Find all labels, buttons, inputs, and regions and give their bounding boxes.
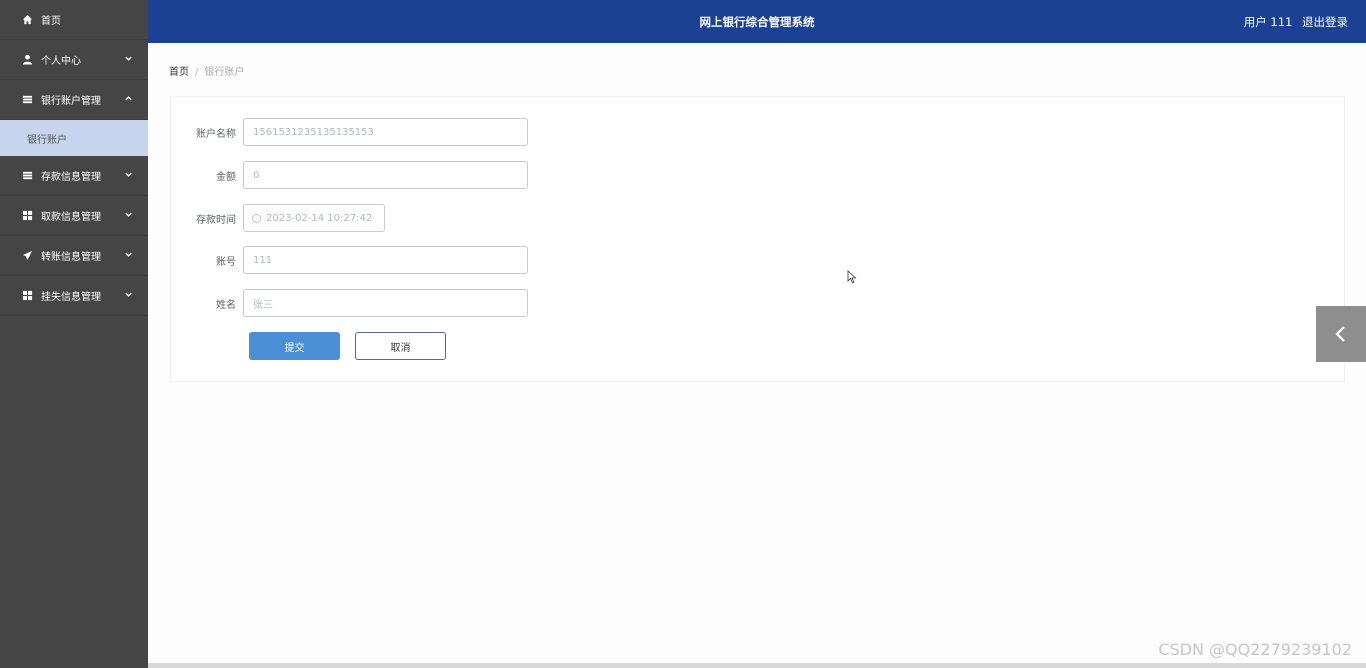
- deposit-time-value: 2023-02-14 10:27:42: [266, 212, 373, 224]
- account-no-input[interactable]: 111: [243, 246, 528, 274]
- mouse-cursor-icon: [847, 270, 857, 284]
- chevron-left-icon: [1335, 326, 1345, 342]
- breadcrumb: 首页 / 银行账户: [169, 63, 244, 78]
- chevron-down-icon: [124, 290, 134, 300]
- chevron-down-icon: [124, 250, 134, 260]
- system-title: 网上银行综合管理系统: [699, 15, 815, 29]
- sidebar-item-loss-report-management[interactable]: 挂失信息管理: [0, 276, 148, 316]
- user-icon: [21, 54, 33, 66]
- sidebar-item-home[interactable]: 首页: [0, 0, 148, 40]
- chevron-down-icon: [124, 54, 134, 64]
- account-form: 账户名称 1561531235135135153 金额 0 存款时间 2023-…: [170, 96, 1345, 382]
- cancel-button[interactable]: 取消: [355, 332, 446, 360]
- sidebar-item-label: 取款信息管理: [41, 212, 101, 223]
- send-icon: [21, 250, 33, 262]
- amount-label: 金额: [216, 171, 236, 183]
- sidebar-item-label: 个人中心: [41, 56, 81, 67]
- submit-button[interactable]: 提交: [249, 332, 340, 360]
- deposit-time-picker[interactable]: 2023-02-14 10:27:42: [243, 204, 385, 232]
- watermark: CSDN @QQ2279239102: [1158, 640, 1352, 659]
- breadcrumb-separator: /: [195, 67, 199, 78]
- chevron-down-icon: [124, 170, 134, 180]
- sidebar-item-label: 存款信息管理: [41, 172, 101, 183]
- sidebar: 首页 个人中心 银行账户管理 银行账户 存款信息管理 取款信息管理 转账信息管理…: [0, 0, 148, 668]
- sidebar-item-withdrawal-management[interactable]: 取款信息管理: [0, 196, 148, 236]
- sidebar-item-transfer-management[interactable]: 转账信息管理: [0, 236, 148, 276]
- chevron-down-icon: [124, 210, 134, 220]
- sidebar-item-label: 转账信息管理: [41, 252, 101, 263]
- amount-input[interactable]: 0: [243, 161, 528, 189]
- sidebar-subitem-bank-account[interactable]: 银行账户: [0, 120, 148, 156]
- grid-icon: [21, 210, 33, 222]
- account-name-label: 账户名称: [196, 128, 236, 140]
- list-icon: [21, 170, 33, 182]
- form-row-account-name: 账户名称 1561531235135135153: [171, 118, 528, 146]
- account-no-label: 账号: [216, 256, 236, 268]
- sidebar-item-label: 银行账户管理: [41, 96, 101, 107]
- name-label: 姓名: [216, 299, 236, 311]
- logout-link[interactable]: 退出登录: [1302, 15, 1348, 29]
- clock-icon: [252, 213, 261, 223]
- main-content: 首页 / 银行账户 账户名称 1561531235135135153 金额 0 存款…: [148, 43, 1366, 663]
- list-icon: [21, 94, 33, 106]
- name-input[interactable]: 张三: [243, 289, 528, 317]
- breadcrumb-current: 银行账户: [204, 67, 245, 78]
- deposit-time-label: 存款时间: [196, 214, 236, 226]
- form-row-amount: 金额 0: [171, 161, 528, 189]
- sidebar-item-deposit-management[interactable]: 存款信息管理: [0, 156, 148, 196]
- breadcrumb-home[interactable]: 首页: [169, 67, 189, 78]
- user-area: 用户 111 退出登录: [1238, 14, 1348, 30]
- sidebar-item-label: 挂失信息管理: [41, 292, 101, 303]
- home-icon: [21, 14, 33, 26]
- grid-icon: [21, 290, 33, 302]
- form-row-name: 姓名 张三: [171, 289, 528, 317]
- side-panel-toggle[interactable]: [1316, 306, 1366, 362]
- user-label: 用户 111: [1243, 15, 1293, 29]
- sidebar-item-bank-account-management[interactable]: 银行账户管理: [0, 80, 148, 120]
- top-header: 网上银行综合管理系统 用户 111 退出登录: [148, 0, 1366, 43]
- sidebar-item-personal-center[interactable]: 个人中心: [0, 40, 148, 80]
- account-name-input[interactable]: 1561531235135135153: [243, 118, 528, 146]
- form-row-deposit-time: 存款时间 2023-02-14 10:27:42: [171, 204, 385, 232]
- form-row-account-no: 账号 111: [171, 246, 528, 274]
- bottom-divider: [148, 663, 1366, 668]
- chevron-up-icon: [124, 94, 134, 104]
- sidebar-item-label: 首页: [41, 16, 61, 27]
